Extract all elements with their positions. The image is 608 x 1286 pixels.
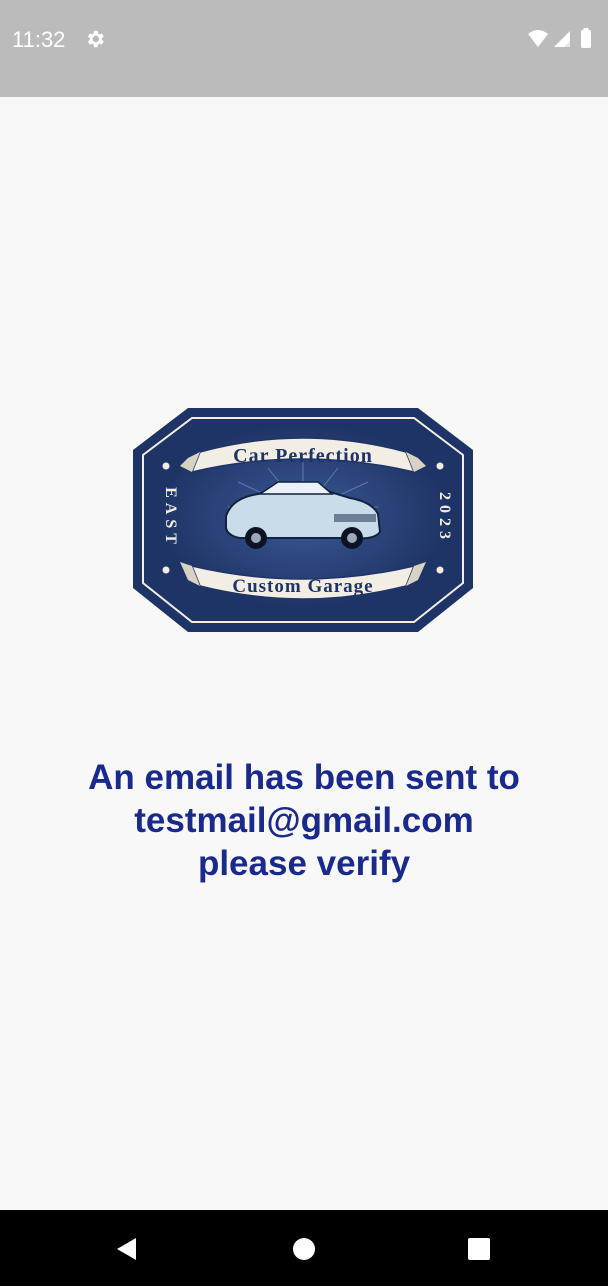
message-email: testmail@gmail.com <box>134 801 474 840</box>
logo-top-text: Car Perfection <box>233 445 373 467</box>
back-icon[interactable] <box>112 1234 142 1264</box>
recents-icon[interactable] <box>464 1234 494 1264</box>
car-perfection-logo: Car Perfection Custom Garage EAST 2023 <box>133 408 473 632</box>
home-icon[interactable] <box>289 1234 319 1264</box>
wifi-icon <box>528 30 548 47</box>
message-line-1: An email has been sent to <box>88 758 520 797</box>
logo-right-text: 2023 <box>436 492 453 544</box>
verification-message: An email has been sent to testmail@gmail… <box>0 756 608 885</box>
status-bar: 11:32 <box>0 0 608 97</box>
logo-left-text: EAST <box>162 487 179 549</box>
navigation-bar <box>0 1210 608 1286</box>
status-time: 11:32 <box>12 27 66 52</box>
logo-bottom-text: Custom Garage <box>232 576 373 597</box>
status-icons <box>528 28 591 48</box>
battery-icon <box>581 30 591 48</box>
settings-gear-icon <box>87 30 104 48</box>
message-line-3: please verify <box>197 844 411 883</box>
